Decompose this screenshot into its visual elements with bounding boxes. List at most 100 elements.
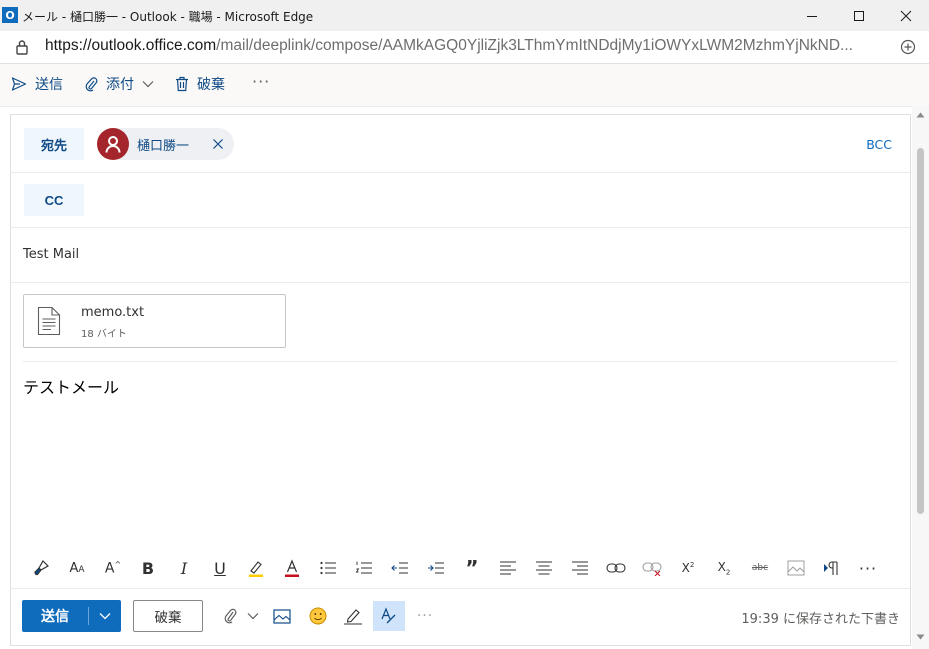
decrease-indent-button[interactable] <box>386 554 414 582</box>
scroll-thumb[interactable] <box>917 148 924 514</box>
increase-indent-icon <box>428 562 444 574</box>
highlight-icon <box>249 561 263 577</box>
url-path: /mail/deeplink/compose/AAMkAGQ0YjliZjk3L… <box>216 37 853 54</box>
attach-button[interactable] <box>221 604 261 628</box>
remove-recipient-icon[interactable] <box>212 138 224 150</box>
align-center-icon <box>536 561 552 575</box>
emoji-button[interactable] <box>305 604 331 628</box>
bold-button[interactable]: B <box>134 554 162 582</box>
bullets-icon <box>320 561 336 575</box>
italic-button[interactable]: I <box>170 554 198 582</box>
send-command-label: 送信 <box>35 77 63 93</box>
discard-command[interactable]: 破棄 <box>175 73 225 95</box>
add-favorite-icon[interactable] <box>900 39 916 55</box>
picture-icon <box>273 608 291 624</box>
scroll-up-icon[interactable] <box>916 112 925 118</box>
scroll-down-icon[interactable] <box>916 634 925 640</box>
editor-button[interactable] <box>373 601 405 631</box>
quote-button[interactable]: ” <box>458 554 486 582</box>
address-bar[interactable]: https://outlook.office.com/mail/deeplink… <box>0 31 929 64</box>
font-color-button[interactable] <box>278 554 306 582</box>
numbering-button[interactable] <box>350 554 378 582</box>
avatar <box>97 128 129 160</box>
grow-font-button[interactable]: A^ <box>99 554 127 582</box>
subject-field[interactable]: Test Mail <box>23 247 79 262</box>
minimize-button[interactable] <box>789 0 835 31</box>
bold-icon: B <box>141 558 155 578</box>
insert-picture-button[interactable] <box>269 604 295 628</box>
numbering-icon <box>355 561 372 574</box>
text-file-icon <box>37 306 61 336</box>
paperclip-icon <box>85 77 98 92</box>
ltr-icon <box>824 561 838 575</box>
recipient-chip[interactable]: 樋口勝一 <box>97 128 234 160</box>
highlight-button[interactable] <box>242 554 270 582</box>
italic-icon: I <box>180 558 188 578</box>
send-button-label: 送信 <box>41 609 69 625</box>
picture-inline-button[interactable] <box>782 554 810 582</box>
send-icon <box>11 77 27 91</box>
underline-icon: U <box>214 558 226 578</box>
ltr-button[interactable] <box>818 554 846 582</box>
compose-footer: 送信 破棄 ··· 19:39 に保存された下書き <box>11 588 910 646</box>
attachment-card[interactable]: memo.txt 18 バイト <box>23 294 286 348</box>
cc-button[interactable]: CC <box>24 184 84 216</box>
send-button[interactable]: 送信 <box>22 600 121 632</box>
outlook-app-icon: O <box>2 7 18 23</box>
superscript-icon: X2 <box>681 561 695 575</box>
emoji-icon <box>309 607 327 625</box>
strikethrough-icon: abc <box>751 563 769 573</box>
bcc-button[interactable]: BCC <box>866 137 892 152</box>
align-right-button[interactable] <box>566 554 594 582</box>
more-options-button[interactable]: ··· <box>414 604 436 628</box>
discard-button[interactable]: 破棄 <box>133 600 203 632</box>
scrollbar[interactable] <box>912 106 929 649</box>
close-window-button[interactable] <box>883 0 929 31</box>
cc-row: CC <box>11 172 910 228</box>
superscript-button[interactable]: X2 <box>674 554 702 582</box>
font-size-button[interactable]: AA <box>63 554 91 582</box>
more-format-button[interactable]: ··· <box>854 554 882 582</box>
subscript-icon: X2 <box>717 559 731 577</box>
command-bar: 送信 添付 破棄 ··· <box>0 64 929 107</box>
close-icon <box>900 10 912 21</box>
minimize-icon <box>807 15 817 17</box>
align-right-icon <box>572 561 588 575</box>
format-painter-button[interactable] <box>27 554 55 582</box>
grow-font-icon: A^ <box>104 559 122 577</box>
font-size-icon: AA <box>69 560 85 576</box>
underline-button[interactable]: U <box>206 554 234 582</box>
bullets-button[interactable] <box>314 554 342 582</box>
discard-command-label: 破棄 <box>197 77 225 93</box>
unlink-button[interactable] <box>638 554 666 582</box>
align-left-icon <box>500 561 516 575</box>
signature-icon <box>344 609 362 625</box>
message-body[interactable]: テストメール <box>23 374 119 398</box>
brush-icon <box>34 560 49 576</box>
compose-pane: 宛先 樋口勝一 BCC CC Test Mail memo.txt 18 バイト… <box>10 114 911 646</box>
trash-icon <box>176 76 188 92</box>
signature-button[interactable] <box>340 604 366 628</box>
more-icon: ··· <box>858 558 878 578</box>
strikethrough-button[interactable]: abc <box>746 554 774 582</box>
align-center-button[interactable] <box>530 554 558 582</box>
increase-indent-button[interactable] <box>422 554 450 582</box>
person-icon <box>105 136 121 153</box>
maximize-button[interactable] <box>836 0 882 31</box>
align-left-button[interactable] <box>494 554 522 582</box>
send-command[interactable]: 送信 <box>11 73 63 95</box>
subject-row[interactable]: Test Mail <box>11 227 910 283</box>
subscript-button[interactable]: X2 <box>710 554 738 582</box>
formatting-toolbar: AA A^ B I U ” X2 X2 abc ··· <box>11 548 910 588</box>
attach-command[interactable]: 添付 <box>84 73 162 95</box>
link-button[interactable] <box>602 554 630 582</box>
decrease-indent-icon <box>391 562 408 574</box>
more-commands-button[interactable]: ··· <box>252 72 270 91</box>
recipient-name: 樋口勝一 <box>137 138 190 154</box>
url-text[interactable]: https://outlook.office.com/mail/deeplink… <box>45 37 885 55</box>
chevron-down-icon <box>142 81 154 88</box>
send-options-button[interactable] <box>89 612 121 620</box>
divider <box>23 361 897 362</box>
lock-icon[interactable] <box>15 39 29 55</box>
to-button[interactable]: 宛先 <box>24 128 84 160</box>
